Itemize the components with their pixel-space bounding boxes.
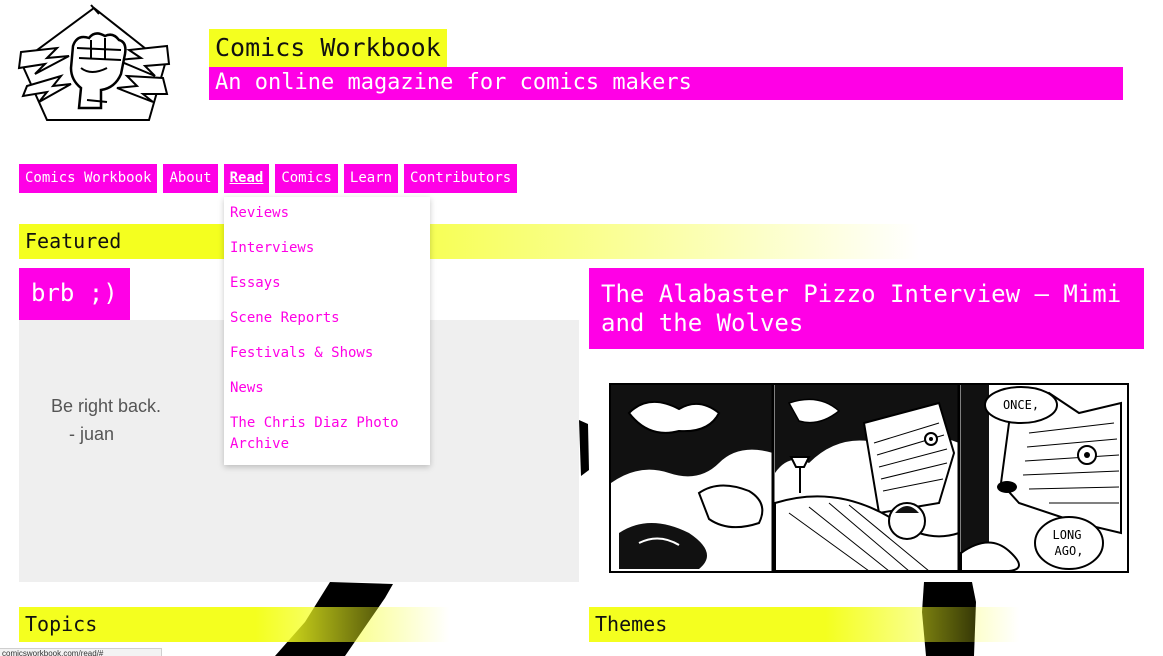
- fist-lightning-icon[interactable]: [17, 4, 172, 126]
- brush-stroke-decoration: [579, 420, 589, 476]
- dropdown-item-news[interactable]: News: [230, 378, 424, 399]
- main-nav: Comics Workbook About Read Comics Learn …: [19, 164, 518, 193]
- nav-item-read[interactable]: Read: [223, 164, 270, 193]
- dropdown-item-festivals-shows[interactable]: Festivals & Shows: [230, 343, 424, 364]
- dropdown-item-reviews[interactable]: Reviews: [230, 203, 424, 224]
- nav-item-contributors[interactable]: Contributors: [404, 164, 518, 193]
- brb-image-signature: - juan: [69, 424, 115, 444]
- featured-heading: Featured: [19, 224, 919, 259]
- status-bar-url: comicsworkbook.com/read/#: [0, 648, 162, 656]
- dropdown-item-scene-reports[interactable]: Scene Reports: [230, 308, 424, 329]
- site-tagline: An online magazine for comics makers: [209, 67, 1123, 100]
- comic-strip-image[interactable]: ONCE, LONG AGO,: [609, 383, 1129, 573]
- topics-heading: Topics: [19, 607, 449, 642]
- comic-text-once: ONCE,: [1003, 398, 1039, 412]
- read-dropdown-menu: Reviews Interviews Essays Scene Reports …: [224, 197, 430, 465]
- featured-post-title-right[interactable]: The Alabaster Pizzo Interview – Mimi and…: [589, 268, 1144, 349]
- site-title[interactable]: Comics Workbook: [209, 29, 447, 67]
- themes-heading: Themes: [589, 607, 1019, 642]
- nav-item-comics-workbook[interactable]: Comics Workbook: [19, 164, 158, 193]
- nav-item-comics[interactable]: Comics: [275, 164, 338, 193]
- brb-image-text: Be right back.: [51, 396, 162, 416]
- dropdown-item-chris-diaz-photo-archive[interactable]: The Chris Diaz Photo Archive: [230, 413, 424, 455]
- comic-text-ago: AGO,: [1055, 544, 1084, 558]
- dropdown-item-interviews[interactable]: Interviews: [230, 238, 424, 259]
- dropdown-item-essays[interactable]: Essays: [230, 273, 424, 294]
- comic-text-long: LONG: [1053, 528, 1082, 542]
- nav-item-learn[interactable]: Learn: [343, 164, 399, 193]
- nav-item-about[interactable]: About: [163, 164, 218, 193]
- featured-post-title-left[interactable]: brb ;): [19, 268, 130, 320]
